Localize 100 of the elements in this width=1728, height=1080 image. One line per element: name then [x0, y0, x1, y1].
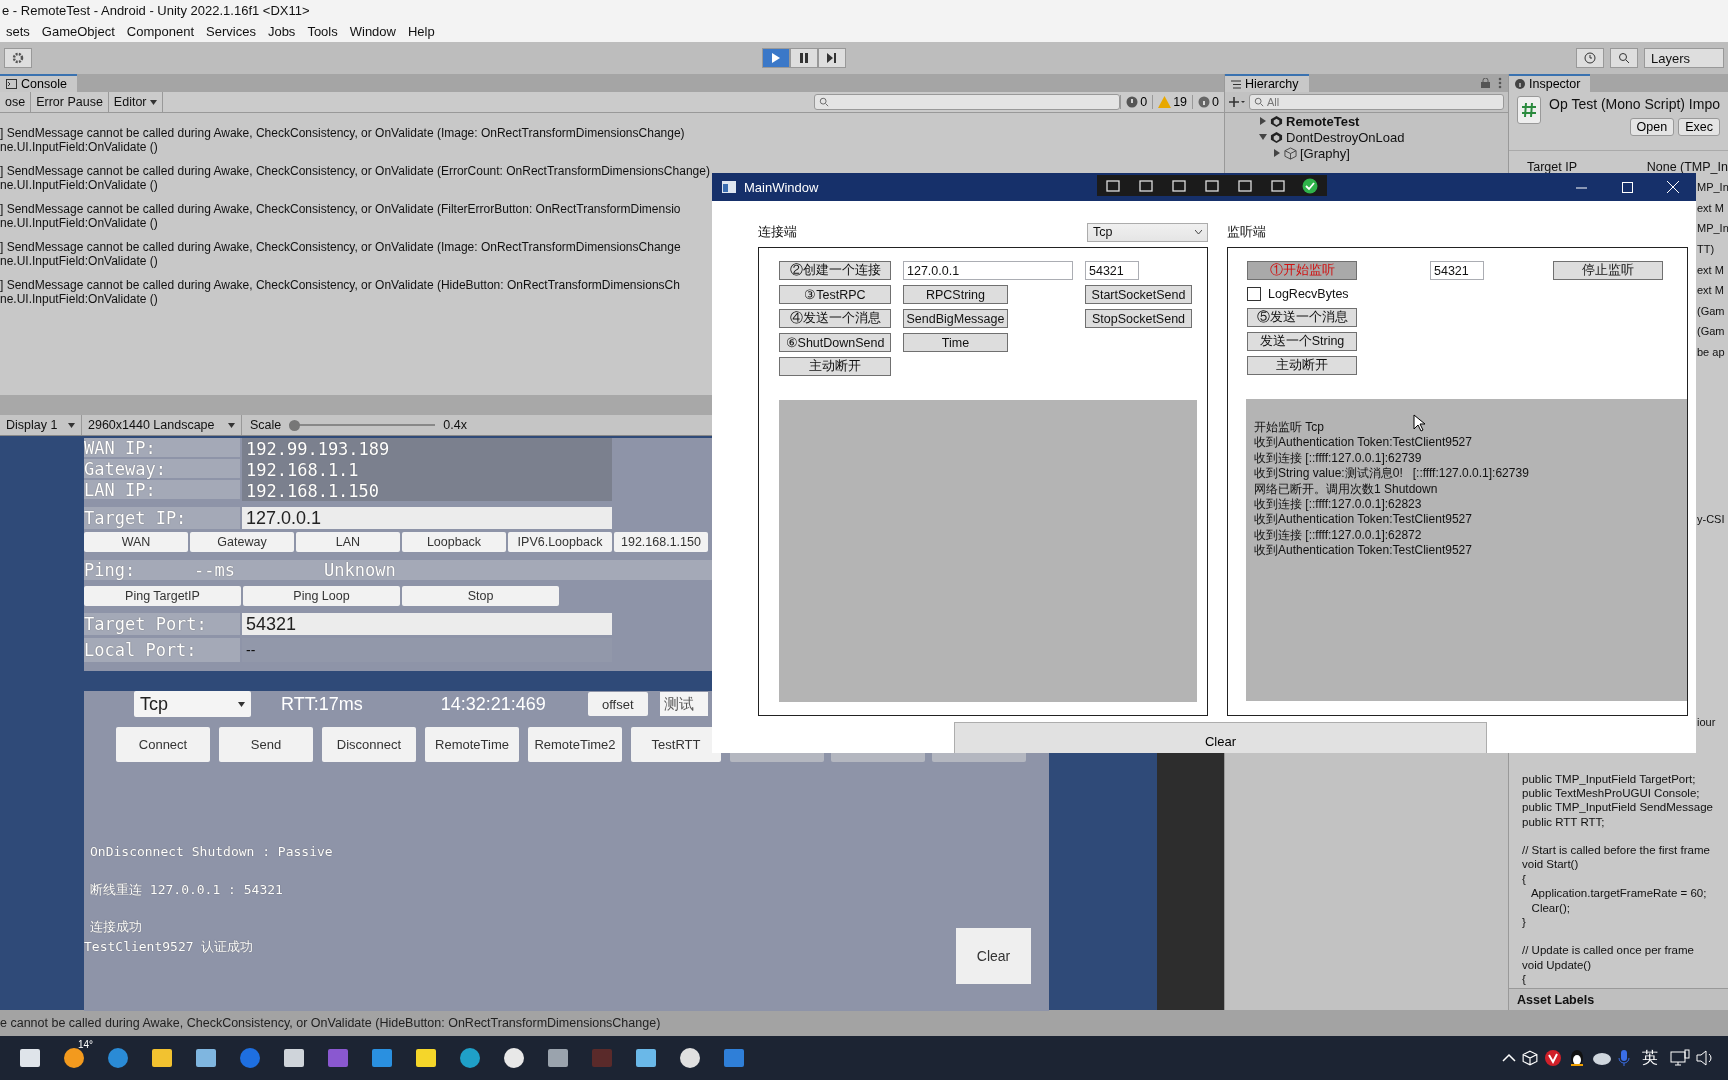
action-button[interactable]: 主动断开 [779, 357, 891, 376]
slider-thumb[interactable] [289, 419, 301, 431]
ip-button[interactable]: 192.168.1.150 [614, 532, 708, 552]
menu-item[interactable]: sets [0, 23, 36, 39]
chevron-up-icon[interactable] [1502, 1053, 1516, 1063]
ip-button[interactable]: IPV6.Loopback [508, 532, 612, 552]
menu-item[interactable]: Component [120, 23, 201, 39]
menu-item[interactable]: Help [402, 23, 441, 39]
toolbar-button[interactable]: Editor [108, 92, 163, 112]
input-field[interactable]: 127.0.0.1 [903, 261, 1073, 280]
info-icon [1198, 96, 1211, 108]
app-icon[interactable] [194, 1046, 218, 1070]
microphone-icon[interactable] [1618, 1049, 1630, 1067]
action-button[interactable]: ⑤发送一个消息 [1247, 308, 1357, 327]
input-field[interactable]: 54321 [1085, 261, 1139, 280]
display-dropdown[interactable]: Display 1 [0, 415, 82, 435]
ip-button[interactable]: LAN [296, 532, 400, 552]
hierarchy-item[interactable]: [Graphy] [1225, 145, 1508, 161]
menu-item[interactable]: GameObject [35, 23, 121, 39]
action-button[interactable]: RemoteTime [425, 727, 519, 762]
ping-button[interactable]: Ping TargetIP [84, 586, 241, 606]
ping-button[interactable]: Ping Loop [243, 586, 400, 606]
input-method-indicator[interactable]: 英 [1642, 1047, 1658, 1069]
menu-item[interactable]: Jobs [261, 23, 302, 39]
action-button[interactable]: ③TestRPC [779, 285, 891, 304]
info-label: LAN IP: [84, 480, 240, 501]
hierarchy-tab[interactable]: Hierarchy [1225, 74, 1309, 92]
input-field[interactable]: 127.0.0.1 [242, 507, 612, 529]
input-field[interactable]: 54321 [1430, 261, 1484, 280]
action-button[interactable]: Connect [116, 727, 210, 762]
cloud-icon[interactable] [1592, 1050, 1612, 1066]
protocol-dropdown[interactable]: Tcp [1087, 222, 1208, 242]
action-button[interactable]: ⑥ShutDownSend [779, 333, 891, 352]
menu-item[interactable]: Tools [301, 23, 344, 39]
caret-icon [228, 422, 235, 428]
log-detail: ne.UI.InputField:OnValidate () [0, 216, 158, 230]
scale-value: 0.4x [443, 418, 467, 432]
warning-count[interactable]: 19 [1152, 95, 1193, 109]
step-button[interactable] [818, 48, 846, 68]
inspector-tab[interactable]: Inspector [1509, 74, 1591, 92]
input-field[interactable]: 测试 [659, 692, 708, 716]
pause-button[interactable] [790, 48, 818, 68]
collapsed-arrow-icon [1259, 117, 1267, 125]
input-field[interactable]: -- [242, 638, 612, 662]
layers-dropdown[interactable]: Layers [1644, 48, 1724, 68]
settings-button[interactable] [4, 48, 32, 68]
log-line: 断线重连 127.0.0.1 : 54321 [90, 881, 283, 899]
action-button[interactable]: SendBigMessage [903, 309, 1008, 328]
action-button[interactable]: RemoteTime2 [528, 727, 622, 762]
action-button[interactable]: 主动断开 [1247, 356, 1357, 375]
action-button[interactable]: Disconnect [322, 727, 416, 762]
app-icon[interactable] [1544, 1049, 1562, 1067]
clear-button[interactable]: Clear [954, 722, 1487, 753]
hierarchy-item[interactable]: DontDestroyOnLoad [1225, 129, 1508, 145]
action-button[interactable]: Send [219, 727, 313, 762]
action-button[interactable]: RPCString [903, 285, 1008, 304]
checkbox[interactable]: LogRecvBytes [1228, 284, 1687, 303]
stop-listen-button[interactable]: 停止监听 [1553, 261, 1663, 280]
resolution-dropdown[interactable]: 2960x1440 Landscape [82, 415, 242, 435]
search-field[interactable] [814, 94, 1121, 110]
menu-item[interactable]: Services [200, 23, 262, 39]
ip-button[interactable]: Gateway [190, 532, 294, 552]
log-line: 收到连接 [::ffff:127.0.0.1]:62739 [1254, 449, 1422, 466]
play-button[interactable] [762, 48, 790, 68]
weather-icon[interactable] [62, 1046, 86, 1070]
ip-button[interactable]: WAN [84, 532, 188, 552]
history-button[interactable] [1576, 48, 1604, 68]
action-button[interactable]: Time [903, 333, 1008, 352]
protocol-dropdown[interactable]: Tcp [134, 691, 251, 717]
code-line: public TMP_InputField SendMessage [1522, 801, 1713, 816]
action-button[interactable]: ④发送一个消息 [779, 309, 891, 328]
speaker-icon[interactable] [1696, 1050, 1714, 1066]
action-button[interactable]: ②创建一个连接 [779, 261, 891, 280]
search-field[interactable]: All [1249, 94, 1504, 110]
action-button[interactable]: StartSocketSend [1085, 285, 1192, 304]
ping-button[interactable]: Stop [402, 586, 559, 606]
clear-button[interactable]: Clear [956, 928, 1031, 984]
debug-toolbar[interactable] [1097, 175, 1327, 196]
action-button[interactable]: TestRTT [631, 727, 721, 762]
penguin-icon[interactable] [1568, 1049, 1586, 1067]
action-button[interactable]: 发送一个String [1247, 332, 1357, 351]
action-button[interactable]: StopSocketSend [1085, 309, 1192, 328]
toolbar-button[interactable]: Error Pause [31, 92, 109, 112]
inspector-button[interactable]: Open [1629, 118, 1675, 136]
inspector-button[interactable]: Exec [1678, 118, 1720, 136]
input-field[interactable]: 54321 [242, 613, 612, 635]
toolbar-button[interactable]: ose [0, 92, 32, 112]
hierarchy-item[interactable]: RemoteTest [1225, 113, 1508, 129]
app-icon[interactable] [634, 1046, 658, 1070]
offset-button[interactable]: offset [587, 692, 648, 716]
cube-icon[interactable] [1522, 1050, 1538, 1066]
ip-button[interactable]: Loopback [402, 532, 506, 552]
window-icon[interactable] [722, 1046, 746, 1070]
error-count[interactable]: 0 [1120, 95, 1153, 109]
menu-item[interactable]: Window [343, 23, 402, 39]
search-button[interactable] [1610, 48, 1638, 68]
unity-scene-icon [1270, 114, 1283, 128]
network-icon[interactable] [1670, 1049, 1690, 1067]
console-tab[interactable]: Console [0, 74, 77, 92]
add-icon[interactable] [1229, 96, 1245, 108]
